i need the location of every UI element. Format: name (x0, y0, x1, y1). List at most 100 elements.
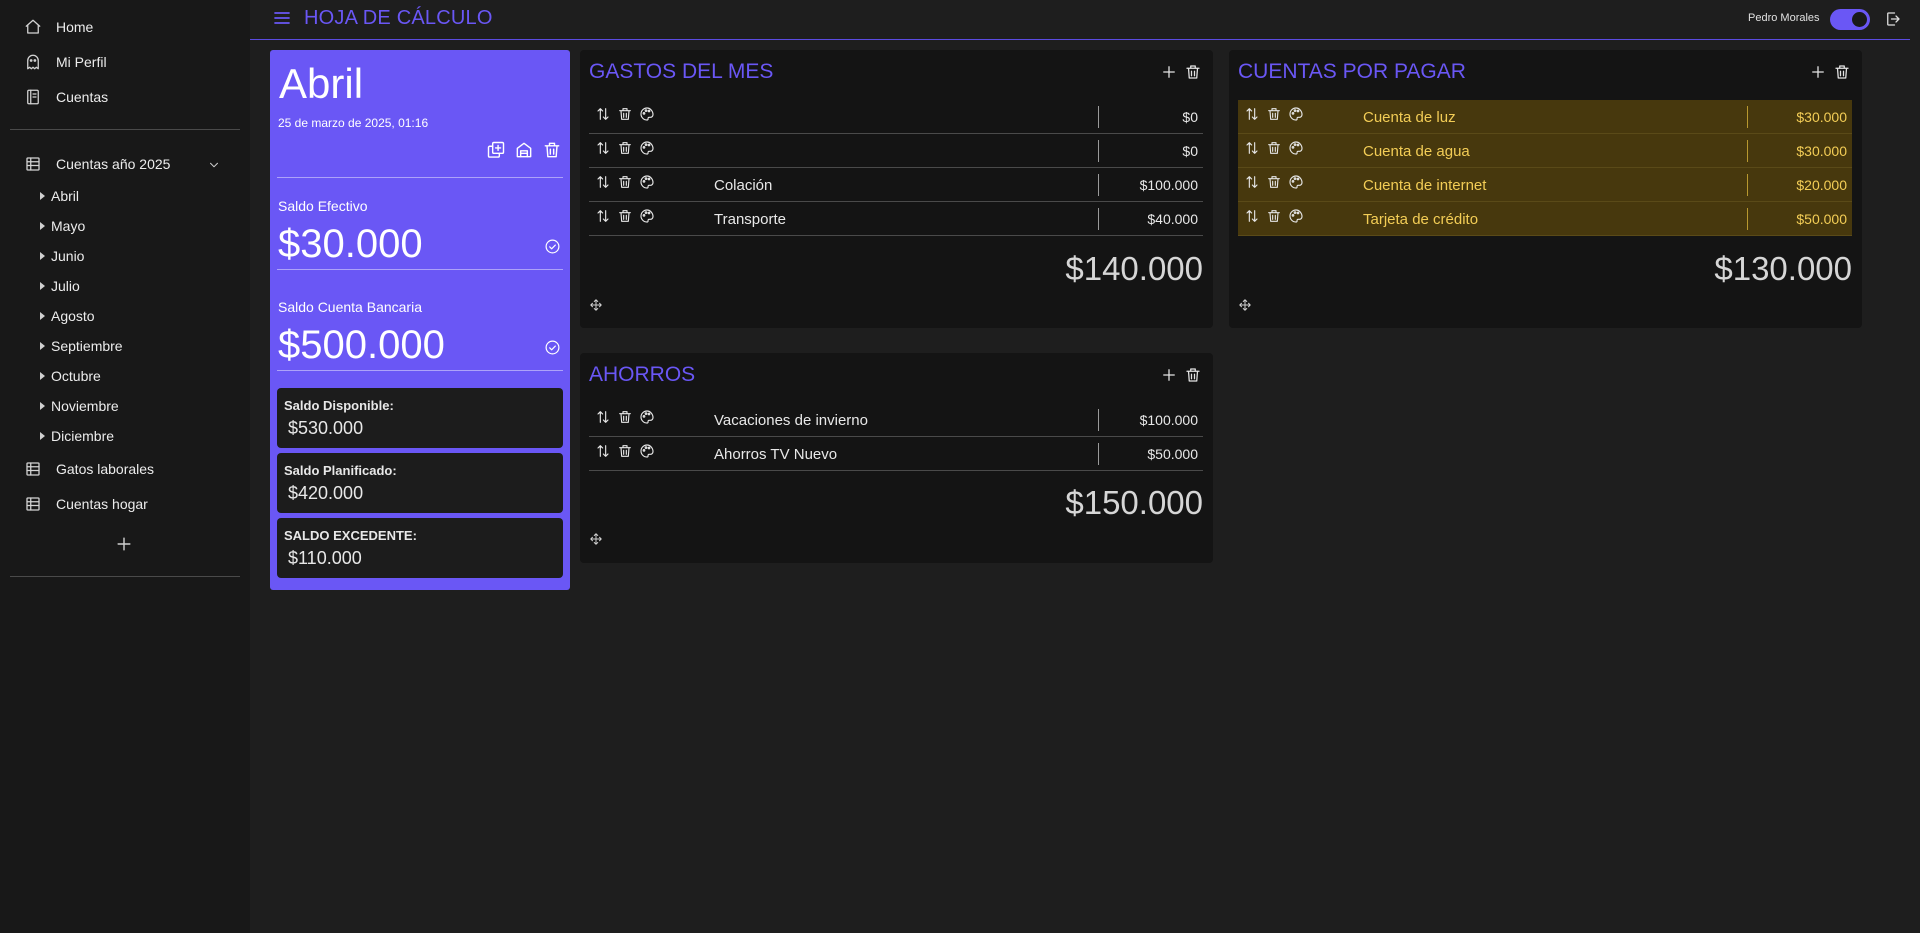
reorder-button[interactable] (595, 443, 611, 459)
sidebar-month-julio[interactable]: Julio (40, 276, 80, 296)
color-row-button[interactable] (639, 443, 655, 459)
row-name[interactable]: Cuenta de luz (1363, 109, 1456, 126)
theme-toggle[interactable] (1830, 9, 1870, 30)
sidebar-month-mayo[interactable]: Mayo (40, 216, 85, 236)
delete-row-button[interactable] (1266, 174, 1282, 190)
sidebar-item-home[interactable]: Home (24, 15, 93, 39)
row-amount[interactable]: $50.000 (1147, 446, 1198, 462)
reorder-button[interactable] (595, 174, 611, 190)
delete-row-button[interactable] (617, 409, 633, 425)
duplicate-button[interactable] (486, 140, 506, 160)
sidebar-month-abril[interactable]: Abril (40, 186, 79, 206)
color-row-button[interactable] (639, 106, 655, 122)
table-row[interactable]: $0 (589, 100, 1203, 134)
logout-icon[interactable] (1884, 10, 1902, 28)
row-amount[interactable]: $30.000 (1796, 109, 1847, 125)
sidebar-month-septiembre[interactable]: Septiembre (40, 336, 123, 356)
archive-button[interactable] (514, 140, 534, 160)
plus-icon[interactable] (114, 534, 134, 554)
trash-icon[interactable] (1833, 63, 1851, 81)
row-name[interactable]: Cuenta de internet (1363, 177, 1486, 194)
sidebar-item-profile[interactable]: Mi Perfil (24, 50, 107, 74)
row-amount[interactable]: $20.000 (1796, 177, 1847, 193)
delete-row-button[interactable] (1266, 140, 1282, 156)
row-amount[interactable]: $40.000 (1147, 211, 1198, 227)
row-name[interactable]: Vacaciones de invierno (714, 412, 868, 429)
row-amount[interactable]: $30.000 (1796, 143, 1847, 159)
drag-move-icon[interactable] (589, 298, 603, 312)
row-name[interactable]: Transporte (714, 211, 786, 228)
plus-icon[interactable] (1160, 366, 1178, 384)
row-name[interactable]: Tarjeta de crédito (1363, 211, 1478, 228)
sidebar-item-gatos-laborales[interactable]: Gatos laborales (24, 457, 154, 481)
delete-month-button[interactable] (542, 140, 562, 160)
row-amount[interactable]: $0 (1182, 143, 1198, 159)
color-row-button[interactable] (1288, 106, 1304, 122)
row-amount[interactable]: $50.000 (1796, 211, 1847, 227)
check-circle-icon[interactable] (544, 339, 561, 356)
reorder-button[interactable] (1244, 106, 1260, 122)
table-row[interactable]: Cuenta de internet $20.000 (1238, 168, 1852, 202)
sidebar-month-diciembre[interactable]: Diciembre (40, 426, 114, 446)
table-row[interactable]: Cuenta de luz $30.000 (1238, 100, 1852, 134)
cash-label: Saldo Efectivo (278, 198, 368, 214)
color-row-button[interactable] (639, 140, 655, 156)
row-actions (595, 174, 655, 190)
table-icon (26, 462, 40, 476)
reorder-button[interactable] (1244, 140, 1260, 156)
delete-row-button[interactable] (617, 208, 633, 224)
sidebar-item-cuentas[interactable]: Cuentas (24, 85, 108, 109)
color-row-button[interactable] (1288, 174, 1304, 190)
row-name[interactable]: Cuenta de agua (1363, 143, 1470, 160)
trash-icon[interactable] (1184, 63, 1202, 81)
reorder-button[interactable] (595, 106, 611, 122)
table-row[interactable]: Colación $100.000 (589, 168, 1203, 202)
table-row[interactable]: Tarjeta de crédito $50.000 (1238, 202, 1852, 236)
row-name[interactable]: Ahorros TV Nuevo (714, 446, 837, 463)
drag-move-icon[interactable] (589, 532, 603, 546)
sidebar-group-cuentas-2025[interactable]: Cuentas año 2025 (24, 152, 170, 176)
bank-value[interactable]: $500.000 (278, 323, 445, 368)
chevron-down-icon[interactable] (207, 158, 221, 172)
check-circle-icon[interactable] (544, 238, 561, 255)
reorder-button[interactable] (595, 409, 611, 425)
sidebar-item-cuentas-hogar[interactable]: Cuentas hogar (24, 492, 148, 516)
table-row[interactable]: Cuenta de agua $30.000 (1238, 134, 1852, 168)
sidebar-month-agosto[interactable]: Agosto (40, 306, 95, 326)
plus-icon[interactable] (1160, 63, 1178, 81)
delete-row-button[interactable] (617, 106, 633, 122)
drag-move-icon[interactable] (1238, 298, 1252, 312)
color-row-button[interactable] (1288, 208, 1304, 224)
sidebar-month-octubre[interactable]: Octubre (40, 366, 101, 386)
color-row-button[interactable] (639, 409, 655, 425)
row-name[interactable]: Colación (714, 177, 772, 194)
column-separator (1747, 208, 1748, 230)
reorder-button[interactable] (595, 140, 611, 156)
color-row-button[interactable] (639, 174, 655, 190)
plus-icon[interactable] (1809, 63, 1827, 81)
color-row-button[interactable] (639, 208, 655, 224)
table-row[interactable]: Transporte $40.000 (589, 202, 1203, 236)
sidebar-month-junio[interactable]: Junio (40, 246, 84, 266)
trash-icon[interactable] (1184, 366, 1202, 384)
reorder-button[interactable] (595, 208, 611, 224)
table-row[interactable]: Vacaciones de invierno $100.000 (589, 403, 1203, 437)
delete-row-button[interactable] (617, 140, 633, 156)
reorder-button[interactable] (1244, 208, 1260, 224)
reorder-button[interactable] (1244, 174, 1260, 190)
color-row-button[interactable] (1288, 140, 1304, 156)
table-row[interactable]: Ahorros TV Nuevo $50.000 (589, 437, 1203, 471)
delete-row-button[interactable] (1266, 106, 1282, 122)
table-row[interactable]: $0 (589, 134, 1203, 168)
delete-row-button[interactable] (1266, 208, 1282, 224)
cash-value[interactable]: $30.000 (278, 222, 423, 267)
row-amount[interactable]: $0 (1182, 109, 1198, 125)
delete-row-button[interactable] (617, 443, 633, 459)
row-amount[interactable]: $100.000 (1140, 412, 1198, 428)
row-amount[interactable]: $100.000 (1140, 177, 1198, 193)
delete-row-button[interactable] (617, 174, 633, 190)
menu-icon[interactable] (272, 9, 292, 27)
sidebar-divider (10, 129, 240, 130)
row-actions (595, 443, 655, 459)
sidebar-month-noviembre[interactable]: Noviembre (40, 396, 119, 416)
